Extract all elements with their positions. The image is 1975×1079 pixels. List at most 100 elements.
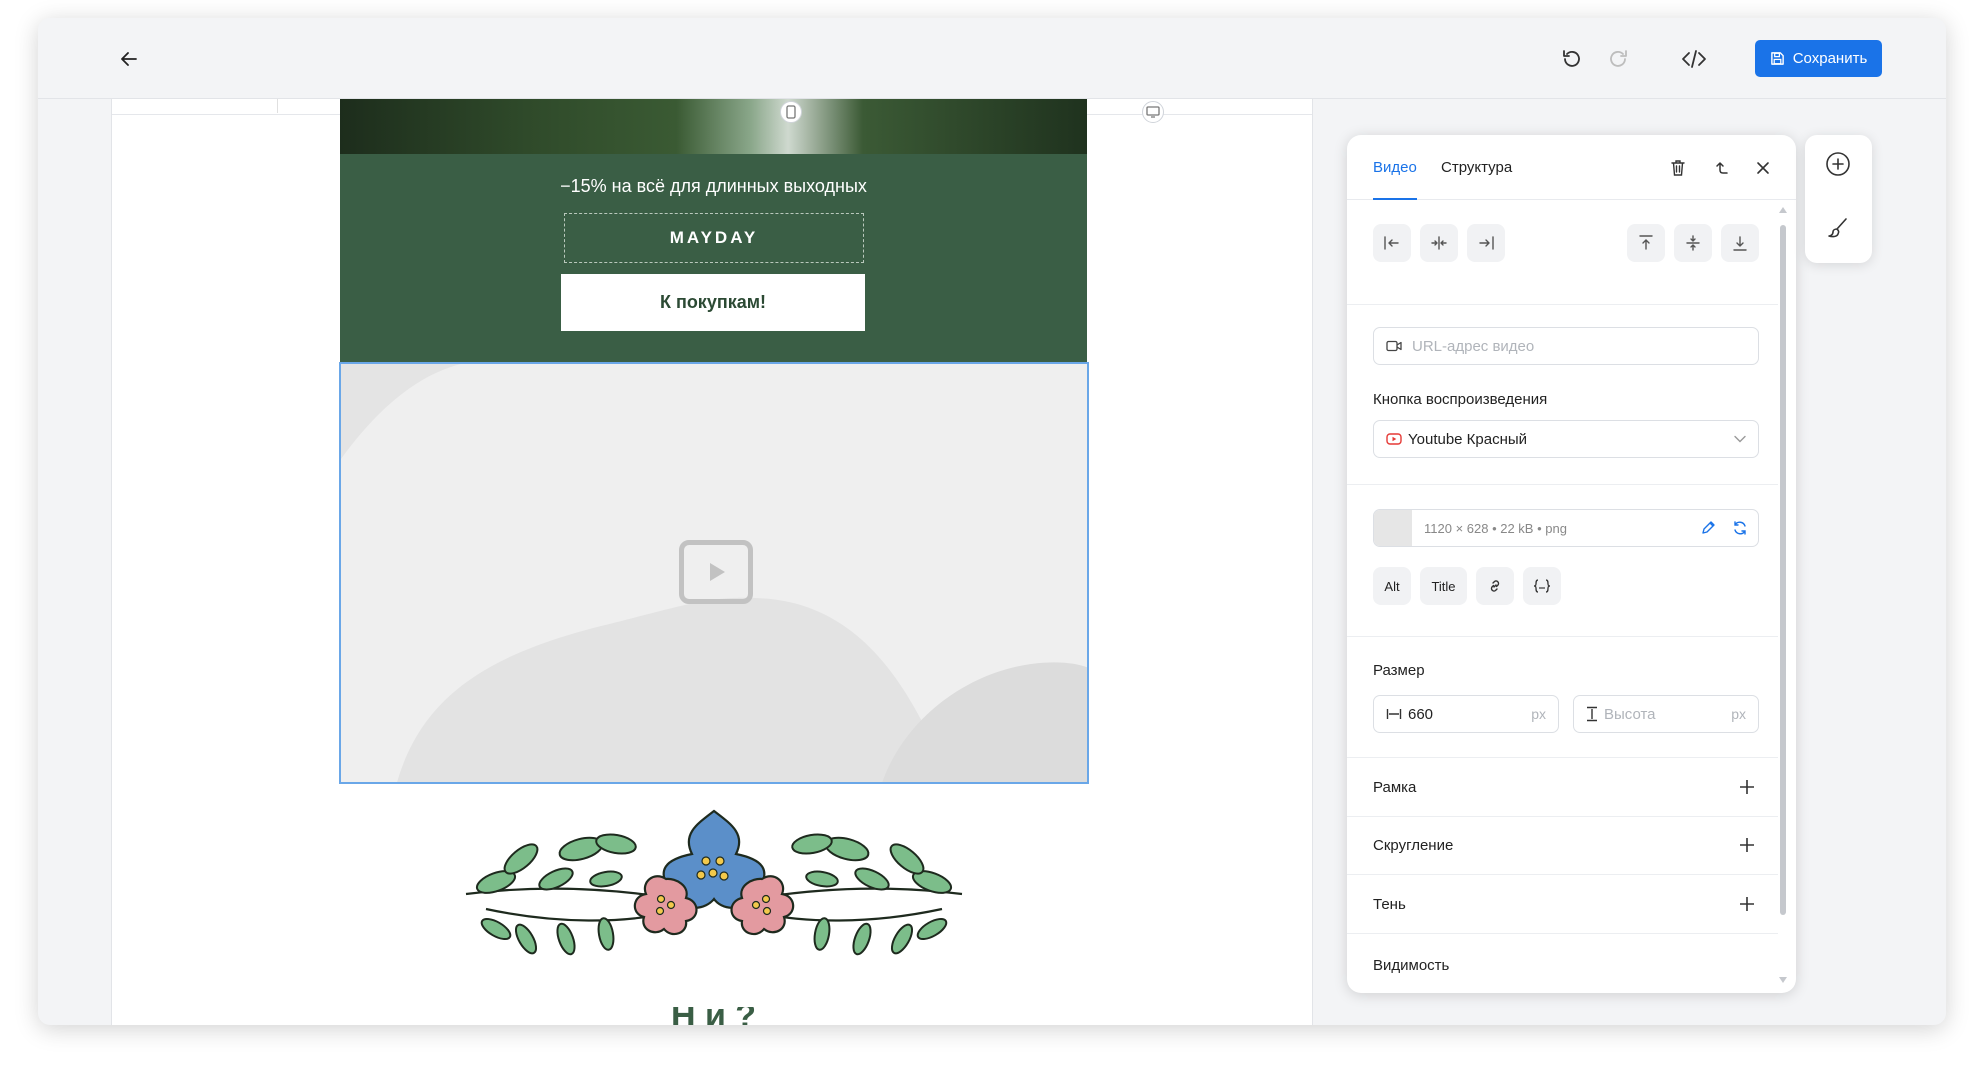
desktop-view-toggle[interactable] xyxy=(1142,101,1164,123)
monitor-icon xyxy=(1146,106,1160,118)
shadow-label: Тень xyxy=(1373,896,1406,913)
brush-icon xyxy=(1828,218,1847,238)
save-label: Сохранить xyxy=(1792,50,1868,67)
height-input[interactable]: Высота px xyxy=(1573,695,1759,733)
undo-icon xyxy=(1563,50,1580,67)
height-placeholder: Высота xyxy=(1604,705,1656,723)
size-section: Размер 660 px Высота px xyxy=(1347,637,1778,758)
close-panel-button[interactable] xyxy=(1752,157,1774,179)
save-button[interactable]: Сохранить xyxy=(1755,40,1882,77)
link-icon xyxy=(1490,580,1500,592)
add-block-button[interactable] xyxy=(1823,149,1853,179)
shadow-row[interactable]: Тень xyxy=(1347,875,1778,934)
video-url-input[interactable]: URL-адрес видео xyxy=(1373,327,1759,365)
shop-button[interactable]: К покупкам! xyxy=(561,274,865,331)
variable-icon xyxy=(1533,579,1551,593)
variable-chip[interactable] xyxy=(1523,567,1561,605)
email-body: −15% на всё для длинных выходных MAYDAY … xyxy=(339,99,1089,1025)
trash-icon xyxy=(1671,160,1685,176)
video-source-section: URL-адрес видео Кнопка воспроизведения Y… xyxy=(1347,305,1778,485)
image-chips: Alt Title xyxy=(1373,567,1593,605)
height-unit: px xyxy=(1731,706,1746,722)
delete-button[interactable] xyxy=(1667,157,1689,179)
floral-decoration xyxy=(456,799,972,974)
cover-image-field[interactable]: 1120 × 628 • 22 kB • png xyxy=(1373,509,1759,547)
plus-icon[interactable] xyxy=(1739,837,1755,853)
redo-button[interactable] xyxy=(1605,45,1633,73)
select-parent-button[interactable] xyxy=(1710,157,1732,179)
alt-chip[interactable]: Alt xyxy=(1373,567,1411,605)
image-thumbnail xyxy=(1374,510,1412,546)
image-info: 1120 × 628 • 22 kB • png xyxy=(1424,520,1567,536)
width-input[interactable]: 660 px xyxy=(1373,695,1559,733)
cover-image-section: 1120 × 628 • 22 kB • png Alt Title xyxy=(1347,485,1778,637)
align-bottom-button[interactable] xyxy=(1721,224,1759,262)
tab-video[interactable]: Видео xyxy=(1373,159,1417,176)
scroll-up-icon[interactable] xyxy=(1778,205,1788,215)
align-center-h-icon xyxy=(1431,236,1447,250)
radius-row[interactable]: Скругление xyxy=(1347,817,1778,875)
youtube-icon xyxy=(1386,433,1402,445)
editor-window: Сохранить −15% на всё для длинных выходн… xyxy=(38,18,1946,1025)
align-middle-button[interactable] xyxy=(1674,224,1712,262)
undo-button[interactable] xyxy=(1557,45,1585,73)
scrollbar-thumb[interactable] xyxy=(1780,225,1786,915)
border-label: Рамка xyxy=(1373,779,1417,796)
side-toolbox xyxy=(1805,135,1872,263)
align-right-button[interactable] xyxy=(1467,224,1505,262)
move-up-icon xyxy=(1716,162,1728,174)
plus-icon[interactable] xyxy=(1739,896,1755,912)
align-bottom-icon xyxy=(1733,236,1747,251)
link-chip[interactable] xyxy=(1476,567,1514,605)
promo-block[interactable]: −15% на всё для длинных выходных MAYDAY … xyxy=(340,154,1087,362)
size-label: Размер xyxy=(1373,662,1425,679)
hero-image[interactable] xyxy=(340,99,1087,154)
close-icon xyxy=(1757,162,1769,174)
border-row[interactable]: Рамка xyxy=(1347,758,1778,817)
alignment-section xyxy=(1347,200,1778,305)
code-view-button[interactable] xyxy=(1679,45,1709,73)
arrow-left-icon xyxy=(121,52,137,66)
style-brush-button[interactable] xyxy=(1823,213,1853,243)
promo-text: −15% на всё для длинных выходных xyxy=(560,176,867,196)
mobile-view-toggle[interactable] xyxy=(780,101,802,123)
settings-panel: Видео Структура URL-адрес видео Кнопка в… xyxy=(1347,135,1796,993)
phone-icon xyxy=(786,105,796,119)
video-camera-icon xyxy=(1386,340,1402,352)
email-canvas[interactable]: −15% на всё для длинных выходных MAYDAY … xyxy=(111,99,1313,1025)
back-button[interactable] xyxy=(116,46,142,72)
align-top-button[interactable] xyxy=(1627,224,1665,262)
align-right-icon xyxy=(1479,236,1494,250)
floppy-disk-icon xyxy=(1770,52,1784,65)
play-icon xyxy=(679,540,753,604)
align-center-h-button[interactable] xyxy=(1420,224,1458,262)
code-icon xyxy=(1682,50,1706,68)
coupon-code: MAYDAY xyxy=(564,213,864,263)
add-icon xyxy=(1826,152,1850,176)
align-left-icon xyxy=(1384,236,1399,250)
align-left-button[interactable] xyxy=(1373,224,1411,262)
panel-scrollbar[interactable] xyxy=(1778,205,1788,985)
chevron-down-icon xyxy=(1734,435,1746,443)
align-top-icon xyxy=(1639,235,1653,250)
width-unit: px xyxy=(1531,706,1546,722)
scroll-down-icon[interactable] xyxy=(1778,975,1788,985)
plus-icon[interactable] xyxy=(1739,779,1755,795)
tab-structure[interactable]: Структура xyxy=(1441,159,1512,176)
width-icon xyxy=(1386,709,1402,719)
section-heading-partial: Н й ? xyxy=(340,1007,1087,1025)
radius-label: Скругление xyxy=(1373,837,1454,854)
play-button-value: Youtube Красный xyxy=(1408,430,1528,448)
align-middle-icon xyxy=(1686,235,1700,251)
play-button-select[interactable]: Youtube Красный xyxy=(1373,420,1759,458)
width-value: 660 xyxy=(1408,705,1434,723)
pencil-icon[interactable] xyxy=(1700,520,1716,536)
refresh-icon[interactable] xyxy=(1732,520,1748,536)
panel-tabs: Видео Структура xyxy=(1347,135,1796,200)
top-toolbar: Сохранить xyxy=(38,18,1946,99)
height-icon xyxy=(1587,706,1597,722)
play-button-label: Кнопка воспроизведения xyxy=(1373,391,1548,408)
visibility-label[interactable]: Видимость xyxy=(1373,957,1449,974)
title-chip[interactable]: Title xyxy=(1420,567,1467,605)
video-block-selected[interactable] xyxy=(339,362,1089,784)
